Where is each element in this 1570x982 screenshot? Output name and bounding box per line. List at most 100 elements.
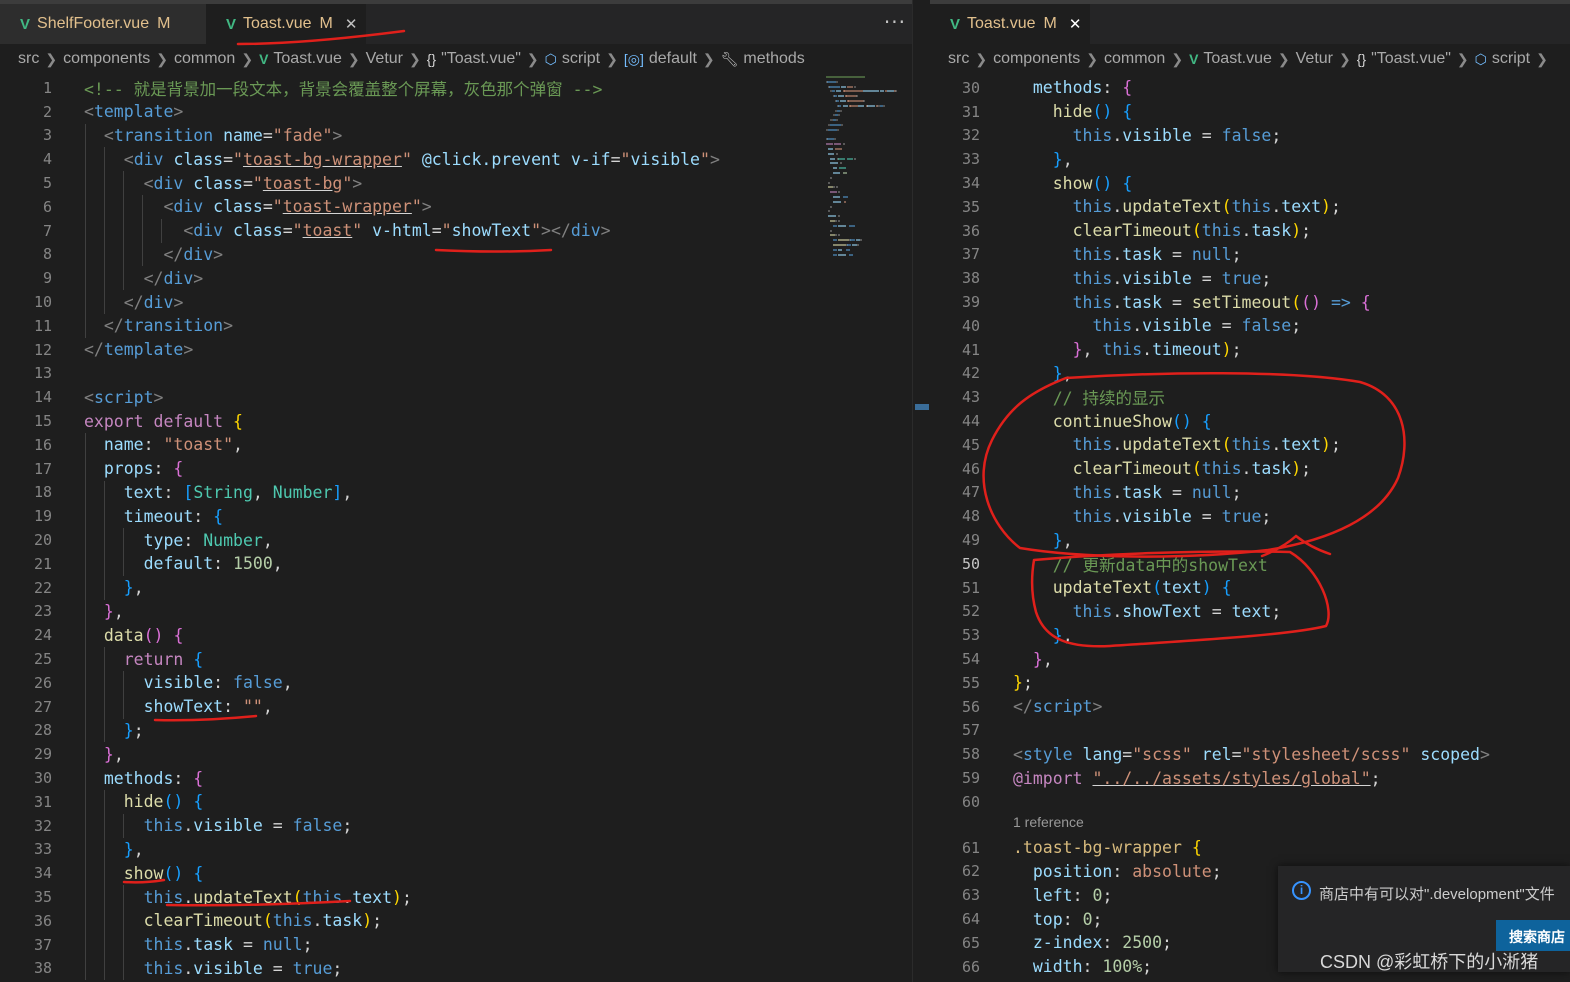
breadcrumb-item[interactable]: {} "Toast.vue" ❯ <box>1357 50 1475 68</box>
breadcrumb-item[interactable]: Vetur ❯ <box>1296 50 1357 68</box>
code-line[interactable]: 2 <template> <box>0 100 912 124</box>
more-actions-icon[interactable]: ··· <box>884 10 906 34</box>
breadcrumb-item[interactable]: V Toast.vue ❯ <box>1189 50 1296 68</box>
code-line[interactable]: 45 this.updateText(this.text); <box>930 433 1570 457</box>
code-line[interactable]: 5 <div class="toast-bg"> <box>0 171 912 195</box>
code-line[interactable]: 31 hide() { <box>0 790 912 814</box>
code-line[interactable]: 30 methods: { <box>0 766 912 790</box>
code-line[interactable]: 54 }, <box>930 647 1570 671</box>
breadcrumb-item[interactable]: src ❯ <box>18 50 63 68</box>
tab-shelffooter-vue[interactable]: V ShelfFooter.vue M <box>0 4 206 44</box>
code-line[interactable]: 4 <div class="toast-bg-wrapper" @click.p… <box>0 147 912 171</box>
code-line[interactable]: 59 @import "../../assets/styles/global"; <box>930 766 1570 790</box>
code-line[interactable]: 43 // 持续的显示 <box>930 385 1570 409</box>
code-line[interactable]: 33 }, <box>0 838 912 862</box>
tab-toast-vue[interactable]: V Toast.vue M ✕ <box>930 4 1090 44</box>
code-line[interactable]: 35 this.updateText(this.text); <box>0 885 912 909</box>
code-line[interactable]: 24 data() { <box>0 623 912 647</box>
code-line[interactable]: 50 // 更新data中的showText <box>930 552 1570 576</box>
code-line[interactable]: 60 <box>930 790 1570 814</box>
wrench-icon: 🔧︎ <box>720 50 739 67</box>
code-line[interactable]: 38 this.visible = true; <box>930 266 1570 290</box>
code-line[interactable]: 56 </script> <box>930 695 1570 719</box>
code-line[interactable]: 29 }, <box>0 742 912 766</box>
code-line[interactable]: 17 props: { <box>0 457 912 481</box>
code-line[interactable]: 53 }, <box>930 623 1570 647</box>
code-line[interactable]: 26 visible: false, <box>0 671 912 695</box>
code-line[interactable]: 10 </div> <box>0 290 912 314</box>
code-line[interactable]: 32 this.visible = false; <box>0 814 912 838</box>
code-line[interactable]: 44 continueShow() { <box>930 409 1570 433</box>
code-line[interactable]: 34 show() { <box>930 171 1570 195</box>
code-line[interactable]: 31 hide() { <box>930 100 1570 124</box>
code-line[interactable]: 34 show() { <box>0 861 912 885</box>
breadcrumb-item[interactable]: common ❯ <box>174 50 259 68</box>
code-line[interactable]: 36 clearTimeout(this.task); <box>930 219 1570 243</box>
code-line[interactable]: 52 this.showText = text; <box>930 600 1570 624</box>
breadcrumb-item[interactable]: common ❯ <box>1104 50 1189 68</box>
code-line[interactable]: 13 <box>0 362 912 386</box>
code-line[interactable]: 51 updateText(text) { <box>930 576 1570 600</box>
code-line[interactable]: 47 this.task = null; <box>930 481 1570 505</box>
code-line[interactable]: 16 name: "toast", <box>0 433 912 457</box>
minimap[interactable] <box>826 76 898 266</box>
breadcrumb-item[interactable]: {} "Toast.vue" ❯ <box>427 50 545 68</box>
code-line[interactable]: 49 }, <box>930 528 1570 552</box>
code-line[interactable]: 19 timeout: { <box>0 504 912 528</box>
code-line[interactable]: 37 this.task = null; <box>0 933 912 957</box>
code-line[interactable]: 6 <div class="toast-wrapper"> <box>0 195 912 219</box>
code-line[interactable]: 42 }, <box>930 362 1570 386</box>
code-line[interactable]: 35 this.updateText(this.text); <box>930 195 1570 219</box>
close-icon[interactable]: ✕ <box>345 15 358 33</box>
code-line[interactable]: 57 <box>930 719 1570 743</box>
code-line[interactable]: 27 showText: "", <box>0 695 912 719</box>
code-line[interactable]: 36 clearTimeout(this.task); <box>0 909 912 933</box>
breadcrumb-item[interactable]: src ❯ <box>948 50 993 68</box>
breadcrumb-item[interactable]: ⬡ script ❯ <box>545 50 624 68</box>
code-line[interactable]: 15 export default { <box>0 409 912 433</box>
code-line[interactable]: 22 }, <box>0 576 912 600</box>
code-line[interactable]: 21 default: 1500, <box>0 552 912 576</box>
breadcrumb-item[interactable]: ⬡ script ❯ <box>1475 50 1554 68</box>
codelens-references[interactable]: 1 reference <box>1013 814 1084 830</box>
code-line[interactable]: 8 </div> <box>0 243 912 267</box>
code-line[interactable]: 37 this.task = null; <box>930 243 1570 267</box>
editor-split-divider[interactable] <box>912 0 930 982</box>
line-number: 16 <box>33 435 52 454</box>
breadcrumb-item[interactable]: [◎] default ❯ <box>624 50 721 68</box>
code-line[interactable]: 33 }, <box>930 147 1570 171</box>
code-line[interactable]: 41 }, this.timeout); <box>930 338 1570 362</box>
code-line[interactable]: 20 type: Number, <box>0 528 912 552</box>
code-line[interactable]: 11 </transition> <box>0 314 912 338</box>
code-line[interactable]: 7 <div class="toast" v-html="showText"><… <box>0 219 912 243</box>
breadcrumb-item[interactable]: 🔧︎ methods <box>721 50 805 68</box>
code-line[interactable]: 14 <script> <box>0 385 912 409</box>
code-line[interactable]: 3 <transition name="fade"> <box>0 124 912 148</box>
breadcrumb-item[interactable]: V Toast.vue ❯ <box>259 50 366 68</box>
code-line[interactable]: 9 </div> <box>0 266 912 290</box>
tab-toast-vue[interactable]: V Toast.vue M ✕ <box>206 4 366 44</box>
breadcrumb-item[interactable]: components ❯ <box>993 50 1104 68</box>
code-line[interactable]: 28 }; <box>0 719 912 743</box>
breadcrumb-item[interactable]: Vetur ❯ <box>366 50 427 68</box>
code-line[interactable]: 46 clearTimeout(this.task); <box>930 457 1570 481</box>
code-line[interactable]: 39 this.task = setTimeout(() => { <box>930 290 1570 314</box>
breadcrumb-item[interactable]: components ❯ <box>63 50 174 68</box>
code-line[interactable]: 23 }, <box>0 600 912 624</box>
code-line[interactable]: 18 text: [String, Number], <box>0 481 912 505</box>
code-line[interactable]: 12 </template> <box>0 338 912 362</box>
code-editor[interactable]: 1 <!-- 就是背景加一段文本，背景会覆盖整个屏幕，灰色那个弹窗 --> 2 <te… <box>0 76 912 982</box>
code-line[interactable]: 30 methods: { <box>930 76 1570 100</box>
code-line[interactable]: 48 this.visible = true; <box>930 504 1570 528</box>
code-line[interactable]: 61 .toast-bg-wrapper { <box>930 836 1570 860</box>
close-icon[interactable]: ✕ <box>1069 15 1082 33</box>
code-line[interactable]: 25 return { <box>0 647 912 671</box>
code-line[interactable]: 1 <!-- 就是背景加一段文本，背景会覆盖整个屏幕，灰色那个弹窗 --> <box>0 76 912 100</box>
code-line[interactable]: 55}; <box>930 671 1570 695</box>
code-editor[interactable]: 1 reference 30 methods: {31 hide() {32 t… <box>930 76 1570 982</box>
search-store-button[interactable]: 搜索商店 <box>1496 920 1570 951</box>
code-line[interactable]: 40 this.visible = false; <box>930 314 1570 338</box>
code-line[interactable]: 58 <style lang="scss" rel="stylesheet/scs… <box>930 742 1570 766</box>
code-line[interactable]: 38 this.visible = true; <box>0 957 912 981</box>
code-line[interactable]: 32 this.visible = false; <box>930 124 1570 148</box>
